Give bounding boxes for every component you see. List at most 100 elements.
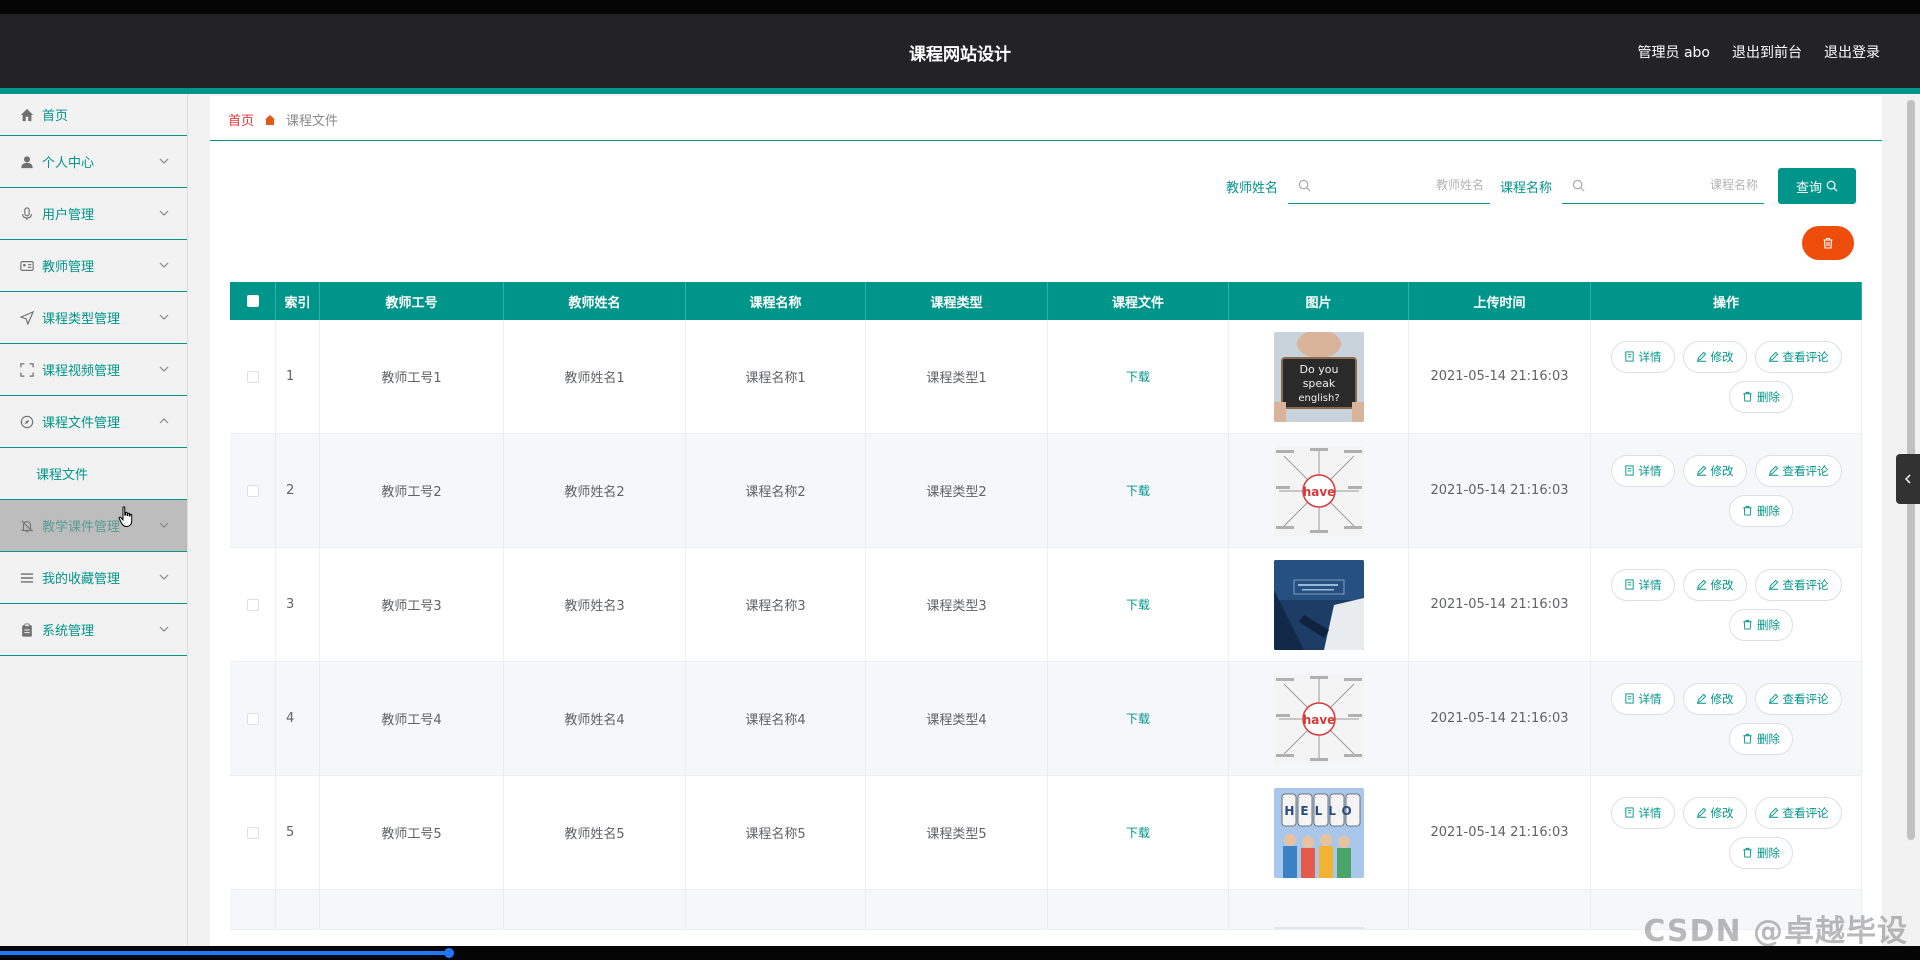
sidebar-item-course-video-management[interactable]: 课程视频管理 [0, 344, 187, 396]
edit-button[interactable]: 修改 [1682, 340, 1747, 373]
download-link[interactable]: 下载 [1126, 368, 1150, 385]
header-course-file: 课程文件 [1048, 282, 1229, 320]
course-thumbnail[interactable]: have [1273, 673, 1364, 764]
detail-button[interactable]: 详情 [1610, 796, 1675, 829]
download-link[interactable]: 下载 [1126, 710, 1150, 727]
cell-index: 5 [276, 776, 320, 889]
edit-label: 修改 [1710, 691, 1734, 706]
row-checkbox[interactable] [246, 370, 259, 383]
cell-course-file: 下载 [1048, 320, 1229, 433]
course-thumbnail[interactable] [1273, 898, 1364, 929]
edit-label: 修改 [1710, 463, 1734, 478]
cell-course-name [686, 890, 866, 929]
course-name-label: 课程名称 [1499, 180, 1552, 196]
download-link[interactable]: 下载 [1126, 482, 1150, 499]
breadcrumb-current: 课程文件 [286, 114, 339, 129]
cell-course-type: 课程类型5 [866, 776, 1048, 889]
download-link[interactable]: 下载 [1126, 824, 1150, 841]
table-row: 4 教师工号4 教师姓名4 课程名称4 课程类型4 下载 have 2021-0… [230, 662, 1862, 776]
header-course-name: 课程名称 [686, 282, 866, 320]
sidebar-item-course-type-management[interactable]: 课程类型管理 [0, 292, 187, 344]
teacher-name-input[interactable] [1317, 172, 1490, 198]
trash-icon [1743, 391, 1752, 402]
app-header: 课程网站设计 管理员 abo 退出到前台 退出登录 [0, 14, 1920, 88]
sidebar-item-course-file-management[interactable]: 课程文件管理 [0, 396, 187, 448]
cell-course-type: 课程类型3 [866, 548, 1048, 661]
sidebar-item-home[interactable]: 首页 [0, 94, 187, 136]
edit-button[interactable]: 修改 [1682, 568, 1747, 601]
admin-user[interactable]: 管理员 abo [1638, 42, 1710, 62]
delete-button[interactable]: 删除 [1729, 380, 1793, 413]
row-checkbox[interactable] [246, 712, 259, 725]
cell-course-file: 下载 [1048, 548, 1229, 661]
detail-label: 详情 [1638, 349, 1662, 364]
course-thumbnail[interactable] [1273, 559, 1364, 650]
batch-delete-button[interactable] [1802, 226, 1854, 260]
view-comments-button[interactable]: 查看评论 [1754, 340, 1842, 373]
progress-handle[interactable] [444, 948, 454, 958]
logout-link[interactable]: 退出登录 [1824, 42, 1880, 62]
hand-cursor-icon [118, 506, 133, 528]
sidebar-item-label: 课程文件管理 [42, 416, 121, 431]
delete-button[interactable]: 删除 [1729, 494, 1793, 527]
edit-button[interactable]: 修改 [1682, 454, 1747, 487]
detail-button[interactable]: 详情 [1610, 454, 1675, 487]
cell-picture: have [1229, 434, 1409, 547]
sidebar-subitem-course-file[interactable]: 课程文件 [0, 448, 187, 500]
query-button[interactable]: 查询 [1778, 168, 1856, 204]
view-comments-button[interactable]: 查看评论 [1754, 454, 1842, 487]
detail-button[interactable]: 详情 [1610, 682, 1675, 715]
detail-label: 详情 [1638, 577, 1662, 592]
course-thumbnail[interactable]: HELLO [1273, 787, 1364, 878]
row-checkbox[interactable] [246, 826, 259, 839]
clipboard-icon [20, 622, 34, 637]
cell-upload-time: 2021-05-14 21:16:03 [1409, 776, 1591, 889]
course-name-input[interactable] [1592, 172, 1764, 198]
view-comments-button[interactable]: 查看评论 [1754, 796, 1842, 829]
row-select-cell [230, 434, 276, 547]
delete-label: 删除 [1757, 389, 1780, 404]
search-icon [1298, 179, 1311, 192]
row-select-cell [230, 890, 276, 929]
course-thumbnail[interactable]: Do you speak english? [1273, 331, 1364, 422]
home-small-icon [265, 114, 276, 125]
view-comments-button[interactable]: 查看评论 [1754, 682, 1842, 715]
breadcrumb-home[interactable]: 首页 [228, 110, 254, 129]
trash-icon [1823, 237, 1833, 249]
edit-label: 修改 [1710, 805, 1734, 820]
cell-picture [1229, 890, 1409, 929]
detail-button[interactable]: 详情 [1610, 340, 1675, 373]
app-title: 课程网站设计 [909, 45, 1011, 65]
row-checkbox[interactable] [246, 484, 259, 497]
exit-to-front-link[interactable]: 退出到前台 [1732, 42, 1802, 62]
edit-button[interactable]: 修改 [1682, 682, 1747, 715]
view-comments-button[interactable]: 查看评论 [1754, 568, 1842, 601]
side-collapse-tab[interactable] [1896, 454, 1920, 504]
course-thumbnail[interactable]: have [1273, 445, 1364, 536]
cell-teacher-no: 教师工号3 [320, 548, 504, 661]
send-icon [20, 310, 34, 325]
row-checkbox[interactable] [246, 598, 259, 611]
sidebar-item-system-management[interactable]: 系统管理 [0, 604, 187, 656]
sidebar-item-favorites-management[interactable]: 我的收藏管理 [0, 552, 187, 604]
select-all-checkbox[interactable] [246, 295, 259, 307]
download-link[interactable]: 下载 [1126, 596, 1150, 613]
delete-button[interactable]: 删除 [1729, 836, 1793, 869]
sidebar-item-personal-center[interactable]: 个人中心 [0, 136, 187, 188]
breadcrumb: 首页 课程文件 [228, 110, 338, 129]
query-button-label: 查询 [1795, 180, 1822, 196]
sidebar-item-teacher-management[interactable]: 教师管理 [0, 240, 187, 292]
sidebar-item-courseware-management[interactable]: 教学课件管理 [0, 500, 187, 552]
detail-button[interactable]: 详情 [1610, 568, 1675, 601]
breadcrumb-divider [210, 140, 1882, 141]
delete-button[interactable]: 删除 [1729, 608, 1793, 641]
edit-button[interactable]: 修改 [1682, 796, 1747, 829]
edit-label: 修改 [1710, 349, 1734, 364]
thumbnail-text: speak [1302, 377, 1335, 390]
cell-teacher-name: 教师姓名5 [504, 776, 686, 889]
sidebar-item-user-management[interactable]: 用户管理 [0, 188, 187, 240]
course-file-table: 索引 教师工号 教师姓名 课程名称 课程类型 课程文件 图片 上传时间 操作 1… [230, 282, 1862, 930]
delete-button[interactable]: 删除 [1729, 722, 1793, 755]
cell-teacher-no: 教师工号2 [320, 434, 504, 547]
home-icon [20, 108, 34, 122]
